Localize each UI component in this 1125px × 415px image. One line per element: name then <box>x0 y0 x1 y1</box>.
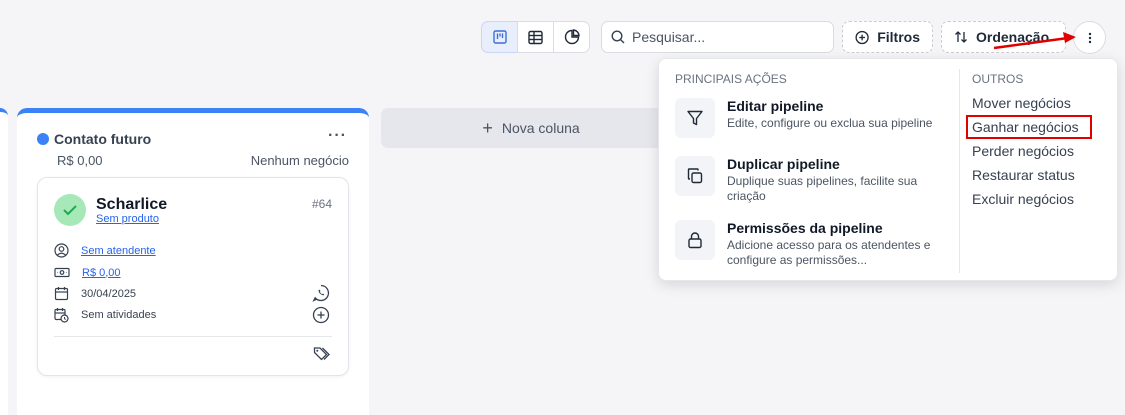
deal-product-link[interactable]: Sem produto <box>96 213 159 225</box>
deal-date-row: 30/04/2025 <box>54 286 136 301</box>
move-deals-item[interactable]: Mover negócios <box>972 95 1071 111</box>
won-status-icon <box>54 194 86 226</box>
delete-deals-item[interactable]: Excluir negócios <box>972 191 1074 207</box>
deal-value-row: R$ 0,00 <box>54 266 121 279</box>
highlight-annotation-box <box>966 115 1092 139</box>
add-activity-icon[interactable] <box>312 306 330 324</box>
previous-column-edge <box>0 108 8 415</box>
pipeline-permissions-desc: Adicione acesso para os atendentes e con… <box>727 238 931 267</box>
deal-activities-row: Sem atividades <box>54 307 156 323</box>
search-box[interactable] <box>601 21 834 53</box>
deal-attendant-row: Sem atendente <box>54 243 156 258</box>
table-icon <box>528 30 543 44</box>
money-icon <box>54 267 70 278</box>
user-circle-icon <box>54 243 69 258</box>
restore-status-item[interactable]: Restaurar status <box>972 167 1075 183</box>
column-more-icon[interactable]: ··· <box>328 127 347 145</box>
check-icon <box>63 205 77 216</box>
plus-circle-icon <box>855 30 869 44</box>
deal-attendant-link[interactable]: Sem atendente <box>81 245 156 257</box>
sort-label: Ordenação <box>976 29 1050 45</box>
other-actions-title: OUTROS <box>972 72 1024 86</box>
deal-id: #64 <box>311 197 332 211</box>
column-deal-count: Nenhum negócio <box>250 153 349 168</box>
column-header: Contato futuro <box>37 131 151 147</box>
new-column-button[interactable]: + Nova coluna <box>381 108 681 148</box>
deal-value-link[interactable]: R$ 0,00 <box>82 267 121 279</box>
pipeline-permissions-title: Permissões da pipeline <box>727 220 883 236</box>
lose-deals-item[interactable]: Perder negócios <box>972 143 1074 159</box>
deal-date: 30/04/2025 <box>81 287 137 300</box>
calendar-clock-icon <box>54 308 69 323</box>
edit-pipeline-item[interactable]: Editar pipeline Edite, configure ou excl… <box>675 98 955 138</box>
deal-card[interactable]: Scharlice Sem produto #64 Sem atendente … <box>37 177 349 376</box>
kanban-view-button[interactable] <box>481 21 518 53</box>
whatsapp-icon[interactable] <box>312 284 330 302</box>
pipeline-options-menu: PRINCIPAIS AÇÕES OUTROS Editar pipeline … <box>658 58 1118 281</box>
vertical-dots-icon <box>1088 32 1091 43</box>
sort-arrows-icon <box>955 31 967 43</box>
column-title: Contato futuro <box>54 131 152 147</box>
filters-label: Filtros <box>877 29 920 45</box>
calendar-icon <box>54 287 69 301</box>
more-options-button[interactable] <box>1073 21 1106 54</box>
new-column-label: Nova coluna <box>501 120 580 136</box>
card-divider <box>54 336 332 337</box>
deal-activities: Sem atividades <box>81 309 157 321</box>
column-status-dot <box>37 133 49 145</box>
deal-contact-name: Scharlice <box>96 196 168 213</box>
sort-button[interactable]: Ordenação <box>941 21 1066 53</box>
plus-icon: + <box>482 117 493 138</box>
duplicate-pipeline-item[interactable]: Duplicar pipeline Duplique suas pipeline… <box>675 156 955 204</box>
edit-pipeline-title: Editar pipeline <box>727 98 824 114</box>
filters-button[interactable]: Filtros <box>842 21 933 53</box>
pipeline-permissions-item[interactable]: Permissões da pipeline Adicione acesso p… <box>675 220 955 268</box>
copy-icon <box>675 156 715 196</box>
table-view-button[interactable] <box>517 21 554 53</box>
duplicate-pipeline-title: Duplicar pipeline <box>727 156 840 172</box>
lock-icon <box>675 220 715 260</box>
pipeline-column: Contato futuro ··· R$ 0,00 Nenhum negóci… <box>17 108 369 415</box>
column-value: R$ 0,00 <box>57 153 103 168</box>
tags-icon[interactable] <box>313 346 332 362</box>
duplicate-pipeline-desc: Duplique suas pipelines, facilite sua cr… <box>727 174 918 203</box>
pie-chart-icon <box>564 29 580 45</box>
view-switcher <box>481 21 590 53</box>
edit-pipeline-desc: Edite, configure ou exclua sua pipeline <box>727 116 933 130</box>
chart-view-button[interactable] <box>553 21 590 53</box>
kanban-icon <box>492 30 507 44</box>
main-actions-title: PRINCIPAIS AÇÕES <box>675 72 787 86</box>
search-input[interactable] <box>632 29 822 45</box>
search-icon <box>611 30 625 44</box>
menu-separator <box>959 69 960 273</box>
filter-icon <box>675 98 715 138</box>
